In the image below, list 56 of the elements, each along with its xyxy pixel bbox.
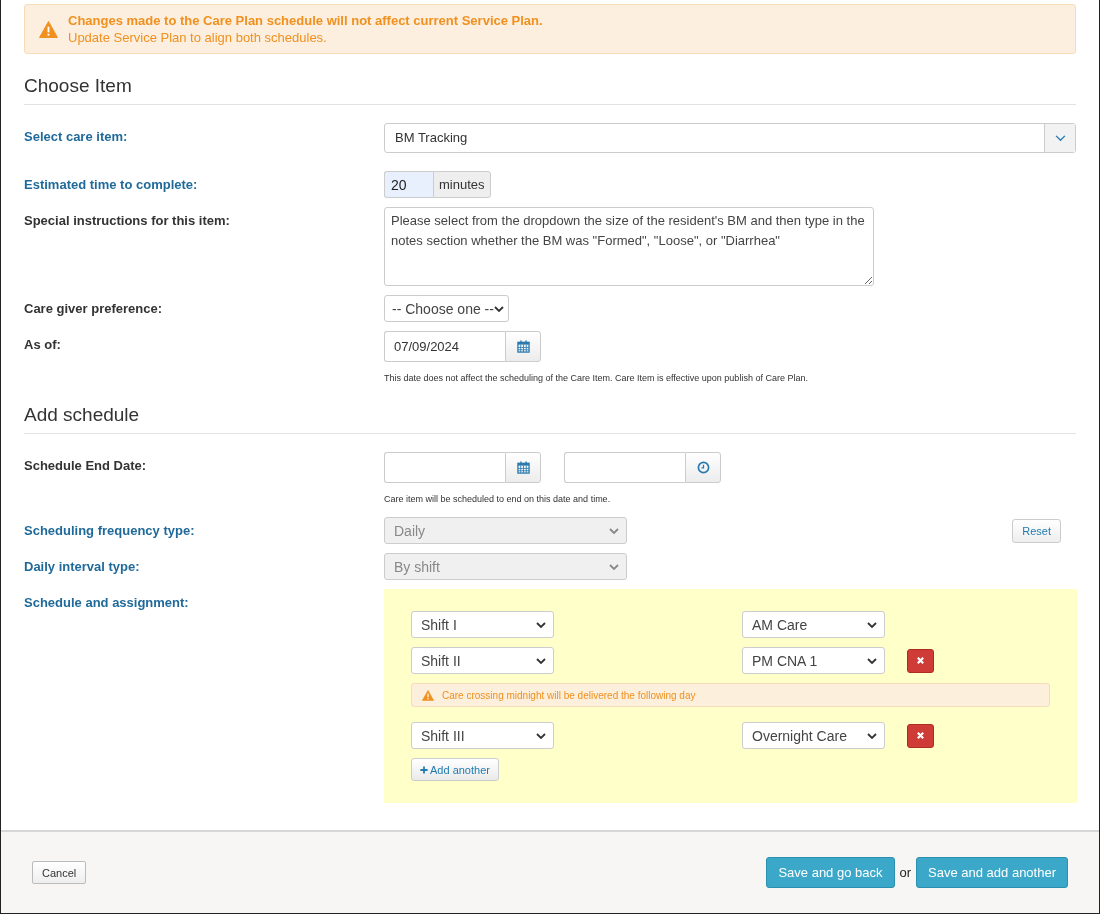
section-heading: Choose Item [24, 75, 1076, 105]
shift-select[interactable]: Shift II [411, 647, 554, 674]
date-input[interactable] [384, 452, 505, 483]
section-heading: Add schedule [24, 404, 1076, 434]
field-label: Care giver preference: [24, 301, 162, 316]
warning-icon [422, 689, 434, 701]
assignment-select[interactable]: AM Care [742, 611, 885, 638]
care-item-select[interactable]: BM Tracking [384, 123, 1076, 153]
caret-icon [609, 527, 619, 534]
shift-select[interactable]: Shift III [411, 722, 554, 749]
field-label: Special instructions for this item: [24, 213, 230, 228]
close-icon [916, 656, 925, 665]
add-another-button[interactable]: Add another [411, 758, 499, 781]
field-label: Schedule End Date: [24, 458, 147, 473]
caret-icon [493, 305, 504, 312]
calendar-icon [516, 461, 530, 474]
caret-icon [536, 657, 546, 664]
field-label: Estimated time to complete: [24, 177, 198, 192]
date-input[interactable]: 07/09/2024 [384, 331, 505, 362]
field-label: Scheduling frequency type: [24, 523, 195, 538]
clock-icon [696, 461, 710, 474]
alert-title: Changes made to the Care Plan schedule will not affect current Service Plan. [68, 13, 543, 28]
close-icon [916, 731, 925, 740]
caret-icon [536, 621, 546, 628]
warning-icon [39, 20, 58, 38]
caret-icon [867, 657, 877, 664]
calendar-button[interactable] [505, 452, 541, 483]
remove-button[interactable] [907, 648, 934, 673]
alert-text: Update Service Plan to align both schedules. [68, 30, 327, 45]
calendar-button[interactable] [505, 331, 541, 362]
help-text: This date does not affect the scheduling of the Care Item. Care Item is effective upon publish of Care Plan. [384, 373, 809, 383]
remove-button[interactable] [907, 723, 934, 748]
cancel-button[interactable]: Cancel [32, 861, 87, 884]
assignment-select[interactable]: Overnight Care [742, 722, 885, 749]
minutes-input[interactable]: 20 [384, 171, 433, 198]
caret-icon [536, 732, 546, 739]
field-label: Schedule and assignment: [24, 595, 189, 610]
chevron-down-icon [1054, 134, 1066, 142]
plus-icon [420, 765, 428, 774]
clock-button[interactable] [685, 452, 721, 483]
dropdown-select[interactable]: -- Choose one -- [384, 295, 509, 322]
instructions-textarea[interactable]: Please select from the dropdown the size of the resident's BM and then type in the notes section whether the BM was "Formed", "Loose", or "Diarrhea" [384, 207, 874, 286]
shift-select[interactable]: Shift I [411, 611, 554, 638]
caret-icon [609, 563, 619, 570]
caret-icon [867, 621, 877, 628]
warning-text: Care crossing midnight will be delivered the following day [442, 689, 696, 701]
time-input[interactable] [564, 452, 685, 483]
field-label: Select care item: [24, 129, 128, 144]
caret-icon [867, 732, 877, 739]
or-text: or [899, 865, 912, 880]
field-label: Daily interval type: [24, 559, 140, 574]
unit-label: minutes [433, 171, 491, 198]
calendar-icon [516, 340, 530, 353]
field-label: As of: [24, 337, 61, 352]
help-text: Care item will be scheduled to end on this date and time. [384, 494, 612, 504]
assignment-select[interactable]: PM CNA 1 [742, 647, 885, 674]
